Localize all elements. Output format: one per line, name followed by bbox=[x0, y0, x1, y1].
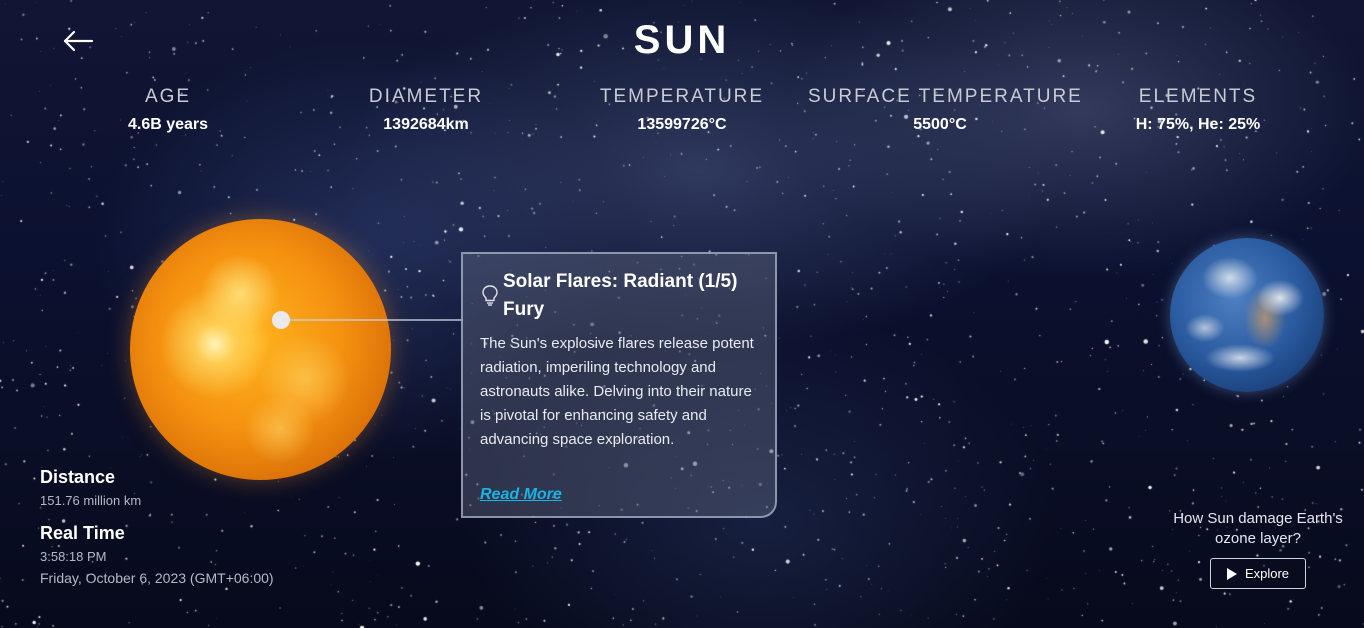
stat-value: 4.6B years bbox=[127, 116, 209, 133]
real-time-label: Real Time bbox=[40, 523, 125, 543]
read-more-link[interactable]: Read More bbox=[480, 486, 562, 504]
sun-hotspot-marker[interactable] bbox=[272, 311, 290, 329]
explore-button[interactable]: Explore bbox=[1210, 558, 1306, 589]
page-title: SUN bbox=[633, 18, 731, 62]
stat-label: TEMPERATURE bbox=[599, 86, 765, 107]
stat-value: 5500°C bbox=[913, 116, 967, 133]
distance-label: Distance bbox=[40, 467, 116, 487]
explore-button-label: Explore bbox=[1244, 566, 1290, 581]
stat-age: AGE 4.6B years bbox=[108, 86, 228, 134]
stat-label: SURFACE TEMPERATURE bbox=[808, 86, 1083, 107]
card-title: Solar Flares: Radiant (1/5) Fury bbox=[503, 271, 738, 320]
sun-planet[interactable] bbox=[130, 219, 391, 480]
distance-value: 151.76 million km bbox=[40, 493, 142, 508]
stat-value: 1392684km bbox=[383, 116, 469, 133]
hotspot-connector-line bbox=[281, 319, 463, 321]
stat-label: DIAMETER bbox=[368, 86, 484, 107]
lightbulb-icon bbox=[482, 285, 498, 306]
stat-label: ELEMENTS bbox=[1138, 86, 1258, 107]
info-card: Solar Flares: Radiant (1/5) Fury The Sun… bbox=[461, 252, 777, 518]
stat-label: AGE bbox=[144, 86, 192, 107]
explore-question: How Sun damage Earth's ozone layer? bbox=[1173, 510, 1343, 547]
play-icon bbox=[1226, 567, 1237, 580]
stat-surface-temperature: SURFACE TEMPERATURE 5500°C bbox=[808, 86, 1083, 134]
stat-temperature: TEMPERATURE 13599726°C bbox=[596, 86, 768, 134]
stat-value: 13599726°C bbox=[637, 116, 727, 133]
stat-value: H: 75%, He: 25% bbox=[1135, 116, 1261, 133]
stat-elements: ELEMENTS H: 75%, He: 25% bbox=[1120, 86, 1276, 134]
card-body: The Sun's explosive flares release poten… bbox=[480, 335, 754, 448]
real-time-date: Friday, October 6, 2023 (GMT+06:00) bbox=[40, 570, 274, 586]
real-time-clock: 3:58:18 PM bbox=[40, 549, 107, 564]
stat-diameter: DIAMETER 1392684km bbox=[356, 86, 496, 134]
earth-planet[interactable] bbox=[1170, 238, 1324, 392]
